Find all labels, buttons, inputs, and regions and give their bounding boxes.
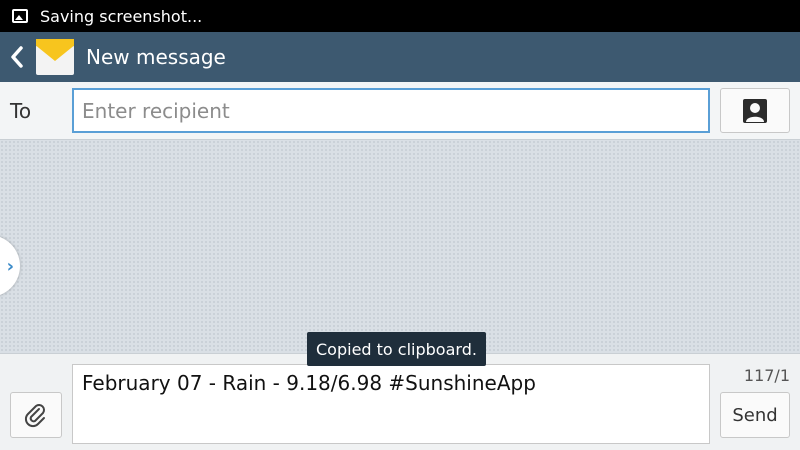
- status-text: Saving screenshot...: [40, 6, 203, 26]
- recipient-input[interactable]: [72, 88, 710, 133]
- attach-button[interactable]: [10, 392, 62, 438]
- message-input[interactable]: February 07 - Rain - 9.18/6.98 #Sunshine…: [72, 364, 710, 444]
- side-panel-handle[interactable]: ›: [0, 235, 20, 297]
- conversation-area: ›: [0, 140, 800, 353]
- page-title: New message: [86, 45, 226, 69]
- chevron-left-icon: [11, 46, 23, 68]
- back-button[interactable]: [0, 32, 34, 82]
- status-bar: Saving screenshot...: [0, 0, 800, 32]
- contact-icon: [743, 98, 767, 123]
- action-bar: New message: [0, 32, 800, 82]
- send-button[interactable]: Send: [720, 392, 790, 438]
- toast-message: Copied to clipboard.: [307, 332, 486, 366]
- to-label: To: [10, 99, 32, 123]
- image-icon: [12, 9, 28, 23]
- recipient-row: To: [0, 82, 800, 140]
- contacts-button[interactable]: [720, 88, 790, 133]
- chevron-right-icon: ›: [6, 255, 14, 277]
- paperclip-icon: [24, 404, 45, 428]
- compose-bar: February 07 - Rain - 9.18/6.98 #Sunshine…: [0, 353, 800, 450]
- envelope-icon: [36, 39, 74, 75]
- character-counter: 117/1: [743, 366, 790, 385]
